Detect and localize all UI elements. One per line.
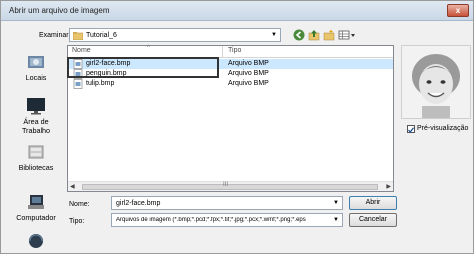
place-label-computer: Computador (16, 213, 56, 222)
place-computer[interactable]: Computador (5, 193, 67, 222)
column-separator[interactable] (222, 46, 223, 58)
chevron-down-icon: ▼ (333, 217, 339, 223)
folder-icon (73, 32, 83, 40)
filetype-value: Arquivos de imagem (*.bmp;*.pcd;*.fpx;*.… (116, 217, 306, 223)
filename-label: Nome: (69, 201, 90, 208)
recent-places-icon (28, 56, 44, 68)
up-folder-icon[interactable] (308, 29, 320, 41)
chevron-down-icon: ▼ (271, 32, 277, 38)
place-label-libraries: Bibliotecas (18, 163, 54, 172)
checkmark-icon (408, 127, 414, 133)
navigation-toolbar (291, 28, 381, 42)
window-title: Abrir um arquivo de imagem (9, 6, 110, 15)
scroll-right-icon[interactable]: ▶ (386, 183, 391, 190)
bmp-file-icon (73, 79, 83, 89)
filetype-select[interactable]: Arquivos de imagem (*.bmp;*.pcd;*.fpx;*.… (111, 213, 343, 227)
place-label-recent: Locais (25, 73, 47, 82)
file-type: Arquivo BMP (228, 80, 269, 87)
place-desktop[interactable]: Área de Trabalho (5, 97, 67, 135)
libraries-icon (28, 145, 44, 159)
desktop-icon (27, 98, 45, 115)
open-image-dialog: Abrir um arquivo de imagem x Examinar: T… (0, 0, 474, 254)
place-network[interactable] (5, 233, 67, 251)
selection-highlight-frame (67, 57, 219, 78)
filetype-label: Tipo: (69, 218, 85, 225)
preview-checkbox[interactable] (407, 125, 415, 133)
places-bar: Locais Área de Trabalho Bibliotecas Comp… (5, 45, 67, 251)
cancel-button[interactable]: Cancelar (349, 213, 397, 227)
network-icon (29, 234, 43, 248)
chevron-down-icon[interactable]: ▼ (333, 200, 339, 206)
column-name[interactable]: Nome (72, 47, 91, 54)
filename-combobox[interactable]: girl2-face.bmp ▼ (111, 196, 343, 210)
image-preview (401, 45, 471, 119)
back-icon[interactable] (293, 29, 305, 41)
lookin-combobox[interactable]: Tutorial_6 ▼ (69, 28, 281, 42)
place-label-desktop: Área de Trabalho (21, 117, 51, 135)
file-name: tulip.bmp (86, 80, 115, 87)
place-libraries[interactable]: Bibliotecas (5, 143, 67, 172)
place-recent[interactable]: Locais (5, 53, 67, 82)
file-row[interactable]: tulip.bmp Arquivo BMP (68, 79, 393, 89)
column-type[interactable]: Tipo (228, 47, 241, 54)
lookin-value: Tutorial_6 (86, 32, 117, 39)
new-folder-icon[interactable] (323, 29, 335, 41)
title-bar: Abrir um arquivo de imagem x (1, 1, 473, 21)
computer-icon (28, 195, 44, 209)
open-button[interactable]: Abrir (349, 196, 397, 210)
close-button[interactable]: x (447, 4, 469, 17)
girl-face-preview-image (402, 46, 470, 118)
file-type: Arquivo BMP (228, 60, 269, 67)
file-type: Arquivo BMP (228, 70, 269, 77)
scroll-left-icon[interactable]: ◀ (70, 183, 75, 190)
grip-icon: III (223, 182, 229, 188)
close-icon: x (455, 6, 461, 15)
sort-ascending-icon: ^ (147, 45, 150, 51)
preview-checkbox-label: Pré-visualização (417, 125, 469, 132)
filename-value: girl2-face.bmp (116, 200, 161, 207)
horizontal-scrollbar[interactable]: ◀ III ▶ (68, 181, 393, 191)
view-menu-icon[interactable] (338, 29, 356, 41)
scrollbar-thumb[interactable]: III (82, 182, 378, 190)
lookin-label: Examinar: (39, 32, 71, 39)
